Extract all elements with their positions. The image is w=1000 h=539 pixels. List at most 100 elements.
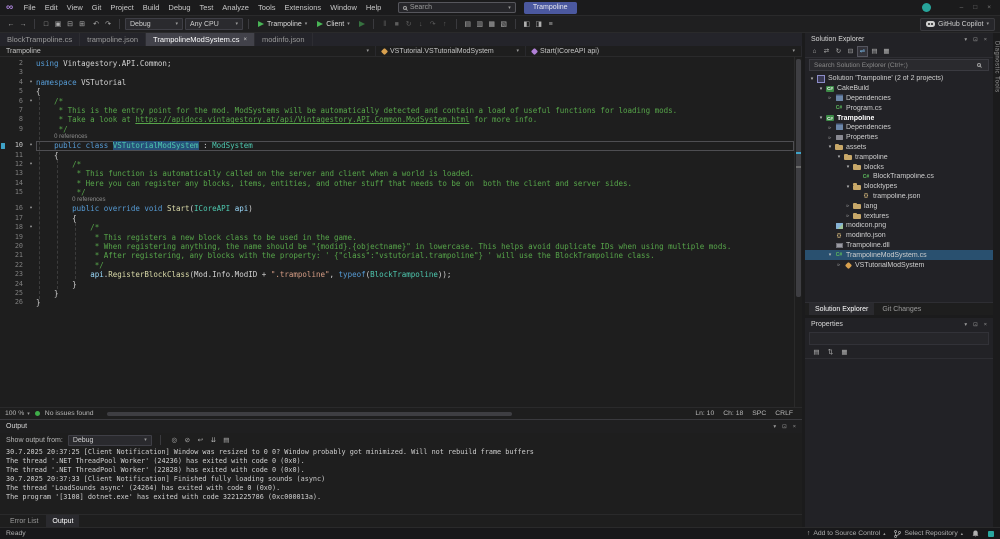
menu-view[interactable]: View — [62, 0, 87, 16]
fold-collapse-icon[interactable]: ▾ — [26, 223, 36, 232]
indent-icon[interactable]: ▧ — [498, 17, 510, 32]
breadcrumb-type[interactable]: VSTutorial.VSTutorialModSystem ▾ — [376, 46, 526, 56]
breadcrumb-member[interactable]: Start(ICoreAPI api) ▾ — [526, 46, 802, 56]
output-panel-header[interactable]: Output ▾ ⊡ × — [0, 420, 802, 433]
codelens-row[interactable]: 0 references — [0, 134, 794, 141]
pin-icon[interactable]: ⊡ — [973, 37, 978, 43]
tab-blocktrampoline-cs[interactable]: BlockTrampoline.cs — [0, 33, 80, 46]
code-line-12[interactable]: 12▾ /* — [0, 160, 794, 169]
notifications-bell-icon[interactable] — [972, 530, 979, 538]
save-icon[interactable]: ⊟ — [64, 17, 76, 32]
scrollbar-thumb[interactable] — [107, 412, 513, 416]
code-line-21[interactable]: 21 * After registering, any blocks with … — [0, 251, 794, 260]
code-line-3[interactable]: 3 — [0, 68, 794, 77]
add-to-source-control-button[interactable]: ↑ Add to Source Control ▴ — [807, 530, 886, 537]
code-line-17[interactable]: 17 { — [0, 214, 794, 223]
code-line-14[interactable]: 14 * Here you can register any blocks, i… — [0, 179, 794, 188]
maximize-button[interactable]: □ — [968, 0, 982, 16]
menu-test[interactable]: Test — [195, 0, 218, 16]
expander-icon[interactable]: ▹ — [826, 135, 834, 141]
menu-tools[interactable]: Tools — [253, 0, 280, 16]
menu-help[interactable]: Help — [361, 0, 385, 16]
menu-extensions[interactable]: Extensions — [280, 0, 326, 16]
sync-with-active-document-icon[interactable]: ⇌ — [857, 46, 868, 57]
code-line-18[interactable]: 18▾ /* — [0, 223, 794, 232]
panel-tab-output[interactable]: Output — [46, 515, 79, 528]
menu-git[interactable]: Git — [87, 0, 106, 16]
expander-icon[interactable]: ▾ — [826, 144, 834, 150]
tab-trampoline-json[interactable]: trampoline.json — [80, 33, 146, 46]
code-line-13[interactable]: 13 * This function is automatically call… — [0, 169, 794, 178]
code-line-23[interactable]: 23 api.RegisterBlockClass(Mod.Info.ModID… — [0, 270, 794, 279]
codelens-row[interactable]: 0 references — [0, 197, 794, 204]
comment-icon[interactable]: ▥ — [474, 17, 486, 32]
tree-item-dependencies[interactable]: ▹Dependencies — [805, 94, 993, 104]
pause-icon[interactable]: ‖ — [379, 17, 391, 32]
search-icon[interactable]: ◎ — [169, 435, 180, 446]
undo-icon[interactable]: ↶ — [90, 17, 102, 32]
expander-icon[interactable]: ▹ — [844, 213, 852, 219]
menu-file[interactable]: File — [19, 0, 40, 16]
code-line-9[interactable]: 9 */ — [0, 125, 794, 134]
chevron-down-icon[interactable]: ▾ — [964, 322, 967, 328]
expander-icon[interactable]: ▾ — [817, 86, 825, 92]
fold-collapse-icon[interactable]: ▾ — [26, 97, 36, 106]
fold-collapse-icon[interactable]: ▾ — [26, 204, 36, 213]
close-button[interactable]: × — [982, 0, 996, 16]
close-icon[interactable]: × — [984, 322, 987, 328]
properties-object-row[interactable] — [809, 332, 989, 345]
switch-views-icon[interactable]: ⇄ — [821, 46, 832, 57]
list-view-icon[interactable]: ≡ — [545, 17, 557, 32]
collapse-all-icon[interactable]: ⊟ — [845, 46, 856, 57]
breadcrumb-project[interactable]: Trampoline ▾ — [0, 46, 376, 56]
solution-search-box[interactable]: Search Solution Explorer (Ctrl+;) — [809, 59, 989, 71]
close-icon[interactable]: × — [984, 37, 987, 43]
tree-item-solution-trampoline-2-of-2-projects[interactable]: ▾Solution 'Trampoline' (2 of 2 projects) — [805, 74, 993, 84]
expander-icon[interactable]: ▹ — [826, 95, 834, 101]
step-over-icon[interactable]: ↷ — [427, 17, 439, 32]
code-line-26[interactable]: 26} — [0, 298, 794, 307]
uncomment-icon[interactable]: ▦ — [486, 17, 498, 32]
code-line-24[interactable]: 24 } — [0, 280, 794, 289]
step-out-icon[interactable]: ↑ — [439, 17, 451, 32]
tab-trampolinemodsystem-cs[interactable]: TrampolineModSystem.cs× — [146, 33, 255, 46]
code-line-5[interactable]: 5{ — [0, 87, 794, 96]
line-ending-indicator[interactable]: CRLF — [775, 410, 793, 417]
diagnostic-tools-tab[interactable]: Diagnostic Tools — [994, 41, 1000, 527]
code-line-25[interactable]: 25 } — [0, 289, 794, 298]
expander-icon[interactable]: ▾ — [844, 184, 852, 190]
menu-edit[interactable]: Edit — [40, 0, 62, 16]
spaces-indicator[interactable]: SPC — [752, 410, 766, 417]
tree-item-lang[interactable]: ▹lang — [805, 201, 993, 211]
fold-collapse-icon[interactable]: ▾ — [26, 78, 36, 87]
navigate-forward-icon[interactable]: → — [17, 17, 29, 32]
code-line-11[interactable]: 11 { — [0, 151, 794, 160]
tree-item-blocktrampoline-cs[interactable]: BlockTrampoline.cs — [805, 172, 993, 182]
compare-icon[interactable]: ◨ — [533, 17, 545, 32]
fold-collapse-icon[interactable]: ▾ — [26, 160, 36, 169]
github-copilot-button[interactable]: GitHub Copilot ▾ — [920, 18, 995, 31]
code-line-6[interactable]: 6▾ /* — [0, 97, 794, 106]
autoscroll-icon[interactable]: ⇊ — [208, 435, 219, 446]
launch-profile-button[interactable]: Client ▾ — [313, 21, 353, 28]
restart-icon[interactable]: ↻ — [403, 17, 415, 32]
code-line-20[interactable]: 20 * When registering anything, the name… — [0, 242, 794, 251]
panel-tab-solution-explorer[interactable]: Solution Explorer — [809, 303, 874, 316]
output-log[interactable]: 30.7.2025 20:37:25 [Client Notification]… — [0, 447, 802, 514]
copy-icon[interactable]: ▤ — [221, 435, 232, 446]
output-source-select[interactable]: Debug ▾ — [68, 435, 152, 446]
tree-item-trampoline-dll[interactable]: Trampoline.dll — [805, 241, 993, 251]
code-editor[interactable]: 2using Vintagestory.API.Common;34▾namesp… — [0, 57, 802, 407]
code-line-7[interactable]: 7 * This is the entry point for the mod.… — [0, 106, 794, 115]
scrollbar-thumb[interactable] — [796, 59, 801, 297]
menu-window[interactable]: Window — [326, 0, 362, 16]
tab-close-icon[interactable]: × — [243, 37, 247, 43]
bookmark-icon[interactable]: ▤ — [462, 17, 474, 32]
code-line-16[interactable]: 16▾ public override void Start(ICoreAPI … — [0, 204, 794, 213]
tree-item-assets[interactable]: ▾assets — [805, 143, 993, 153]
select-repository-button[interactable]: Select Repository ▴ — [894, 530, 963, 538]
editor-horizontal-scrollbar[interactable] — [105, 411, 685, 416]
zoom-control[interactable]: 100 % ▾ — [5, 410, 30, 417]
refresh-icon[interactable]: ↻ — [833, 46, 844, 57]
expander-icon[interactable]: ▹ — [844, 203, 852, 209]
